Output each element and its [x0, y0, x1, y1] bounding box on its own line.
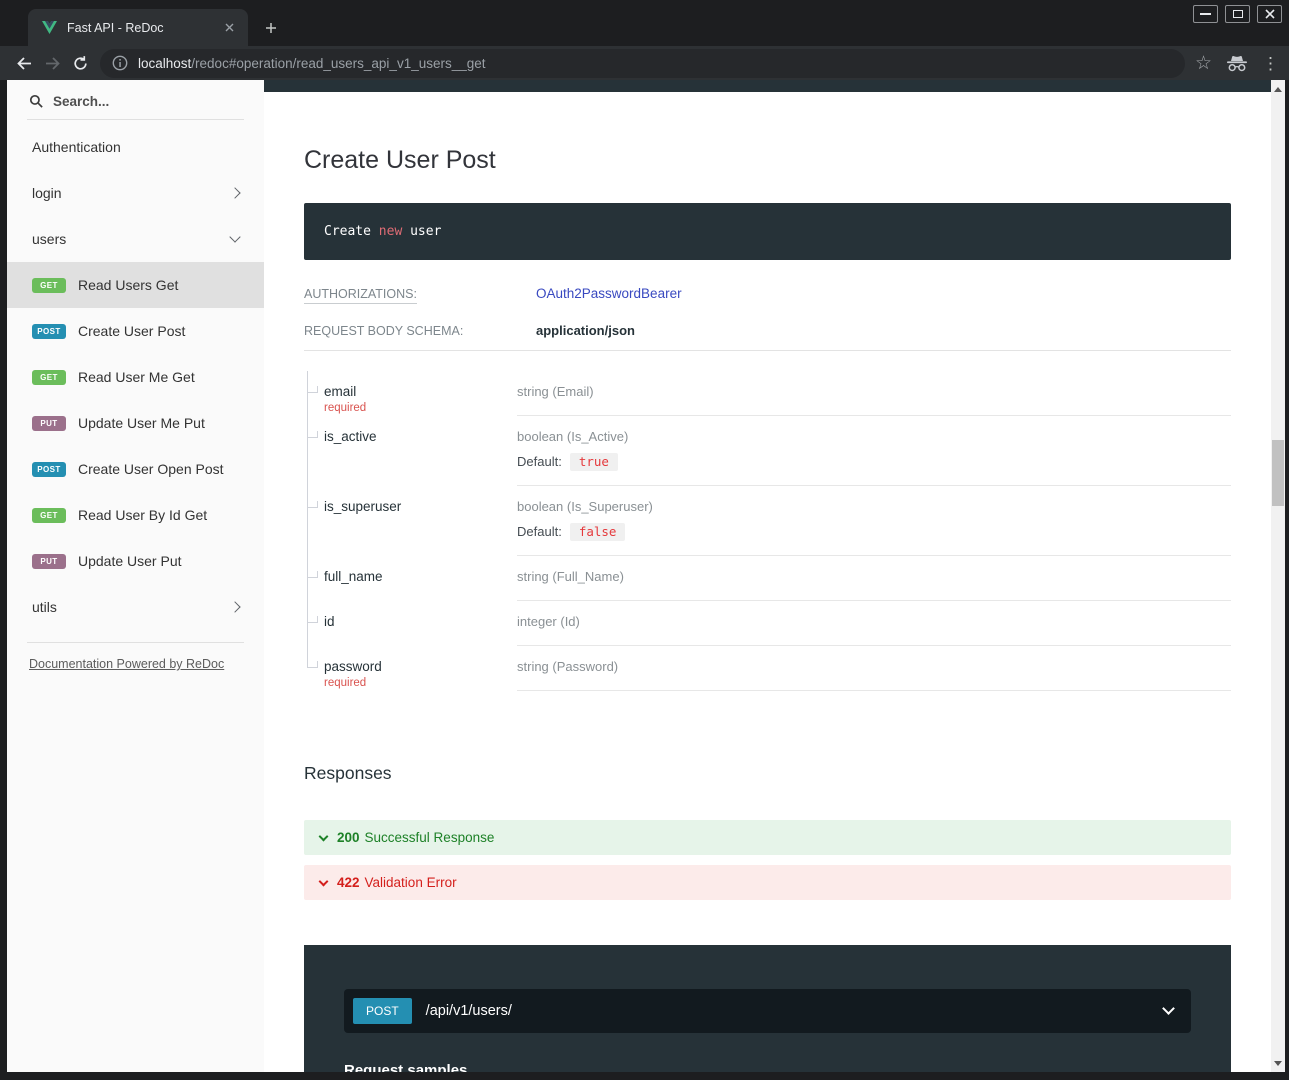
response-422-banner[interactable]: 422Validation Error: [304, 865, 1231, 900]
sidebar-item-authentication[interactable]: Authentication: [7, 124, 264, 170]
chevron-down-icon: [1162, 1002, 1175, 1015]
sidebar-item-login[interactable]: login: [7, 170, 264, 216]
back-icon[interactable]: [10, 49, 38, 77]
responses-heading: Responses: [304, 763, 1231, 784]
request-body-schema: email required string (Email) is_active …: [304, 371, 1231, 691]
default-value-chip: true: [570, 453, 618, 471]
sidebar-item-update-user-put[interactable]: PUT Update User Put: [7, 538, 264, 584]
reload-icon[interactable]: [66, 49, 94, 77]
maximize-button[interactable]: [1225, 5, 1250, 23]
main-content: Create User Post Create new user AUTHORI…: [264, 80, 1271, 1072]
schema-field-is-active: is_active boolean (Is_Active) Default:tr…: [304, 416, 1231, 486]
divider: [27, 642, 244, 643]
url-text: localhost/redoc#operation/read_users_api…: [138, 56, 1173, 71]
required-flag: required: [324, 402, 517, 414]
endpoint-path: /api/v1/users/: [426, 1003, 1164, 1019]
search-input[interactable]: [53, 94, 223, 109]
tree-connector: [304, 601, 324, 646]
address-bar[interactable]: localhost/redoc#operation/read_users_api…: [100, 49, 1185, 78]
chevron-right-icon: [229, 187, 240, 198]
http-method-badge: POST: [353, 998, 412, 1024]
tree-connector: [304, 486, 324, 556]
sidebar-item-read-user-me-get[interactable]: GET Read User Me Get: [7, 354, 264, 400]
new-tab-button[interactable]: [260, 17, 282, 39]
incognito-icon: [1226, 55, 1248, 72]
samples-panel: POST /api/v1/users/ Request samples Payl…: [304, 945, 1231, 1072]
scrollbar[interactable]: [1271, 80, 1285, 1072]
site-info-icon[interactable]: [112, 55, 128, 71]
browser-window: Fast API - ReDoc: [0, 0, 1289, 1080]
close-button[interactable]: [1257, 5, 1282, 23]
default-value-chip: false: [570, 523, 626, 541]
request-samples-heading: Request samples: [344, 1062, 1191, 1072]
sidebar-item-create-user-post[interactable]: POST Create User Post: [7, 308, 264, 354]
redoc-credit-link[interactable]: Documentation Powered by ReDoc: [29, 657, 224, 671]
scroll-up-icon[interactable]: [1271, 82, 1285, 96]
chevron-down-icon: [319, 876, 329, 886]
tab-title: Fast API - ReDoc: [67, 21, 220, 35]
bookmark-star-icon[interactable]: ☆: [1195, 54, 1212, 73]
tab-strip: Fast API - ReDoc: [0, 0, 1289, 46]
schema-field-email: email required string (Email): [304, 371, 1231, 416]
schema-field-id: id integer (Id): [304, 601, 1231, 646]
schema-field-full-name: full_name string (Full_Name): [304, 556, 1231, 601]
schema-field-password: password required string (Password): [304, 646, 1231, 691]
put-badge: PUT: [32, 554, 66, 569]
endpoint-selector[interactable]: POST /api/v1/users/: [344, 989, 1191, 1033]
tab-close-icon[interactable]: [220, 19, 238, 37]
post-badge: POST: [32, 462, 66, 477]
sidebar-item-read-users-get[interactable]: GET Read Users Get: [7, 262, 264, 308]
minimize-button[interactable]: [1193, 5, 1218, 23]
scroll-down-icon[interactable]: [1271, 1056, 1285, 1070]
sidebar-item-read-user-by-id-get[interactable]: GET Read User By Id Get: [7, 492, 264, 538]
browser-menu-icon[interactable]: ⋮: [1262, 55, 1279, 72]
sidebar-item-update-user-me-put[interactable]: PUT Update User Me Put: [7, 400, 264, 446]
browser-toolbar: localhost/redoc#operation/read_users_api…: [0, 46, 1289, 80]
search-icon: [29, 94, 44, 109]
get-badge: GET: [32, 508, 66, 523]
tree-connector: [304, 646, 324, 691]
sidebar-item-utils[interactable]: utils: [7, 584, 264, 630]
sidebar-item-users[interactable]: users: [7, 216, 264, 262]
browser-tab[interactable]: Fast API - ReDoc: [28, 9, 248, 46]
authorizations-label: AUTHORIZATIONS:: [304, 287, 536, 301]
previous-section-panel: [264, 80, 1271, 92]
chevron-right-icon: [229, 601, 240, 612]
forward-icon[interactable]: [38, 49, 66, 77]
sidebar-item-create-user-open-post[interactable]: POST Create User Open Post: [7, 446, 264, 492]
get-badge: GET: [32, 370, 66, 385]
content-type-value: application/json: [536, 323, 635, 338]
operation-description-code: Create new user: [304, 203, 1231, 260]
page-title: Create User Post: [304, 146, 1231, 175]
response-200-banner[interactable]: 200Successful Response: [304, 820, 1231, 855]
required-flag: required: [324, 677, 517, 689]
schema-field-is-superuser: is_superuser boolean (Is_Superuser) Defa…: [304, 486, 1231, 556]
chevron-down-icon: [319, 831, 329, 841]
redoc-sidebar: Authentication login users GET Read User…: [7, 80, 264, 1072]
oauth2-link[interactable]: OAuth2PasswordBearer: [536, 286, 682, 301]
chevron-down-icon: [229, 231, 240, 242]
put-badge: PUT: [32, 416, 66, 431]
get-badge: GET: [32, 278, 66, 293]
favicon-vue-icon: [42, 21, 57, 34]
tree-connector: [304, 416, 324, 486]
tree-connector: [304, 371, 324, 416]
post-badge: POST: [32, 324, 66, 339]
scrollbar-thumb[interactable]: [1272, 440, 1284, 506]
request-body-schema-label: REQUEST BODY SCHEMA:: [304, 324, 536, 338]
divider: [304, 350, 1231, 351]
tree-connector: [304, 556, 324, 601]
